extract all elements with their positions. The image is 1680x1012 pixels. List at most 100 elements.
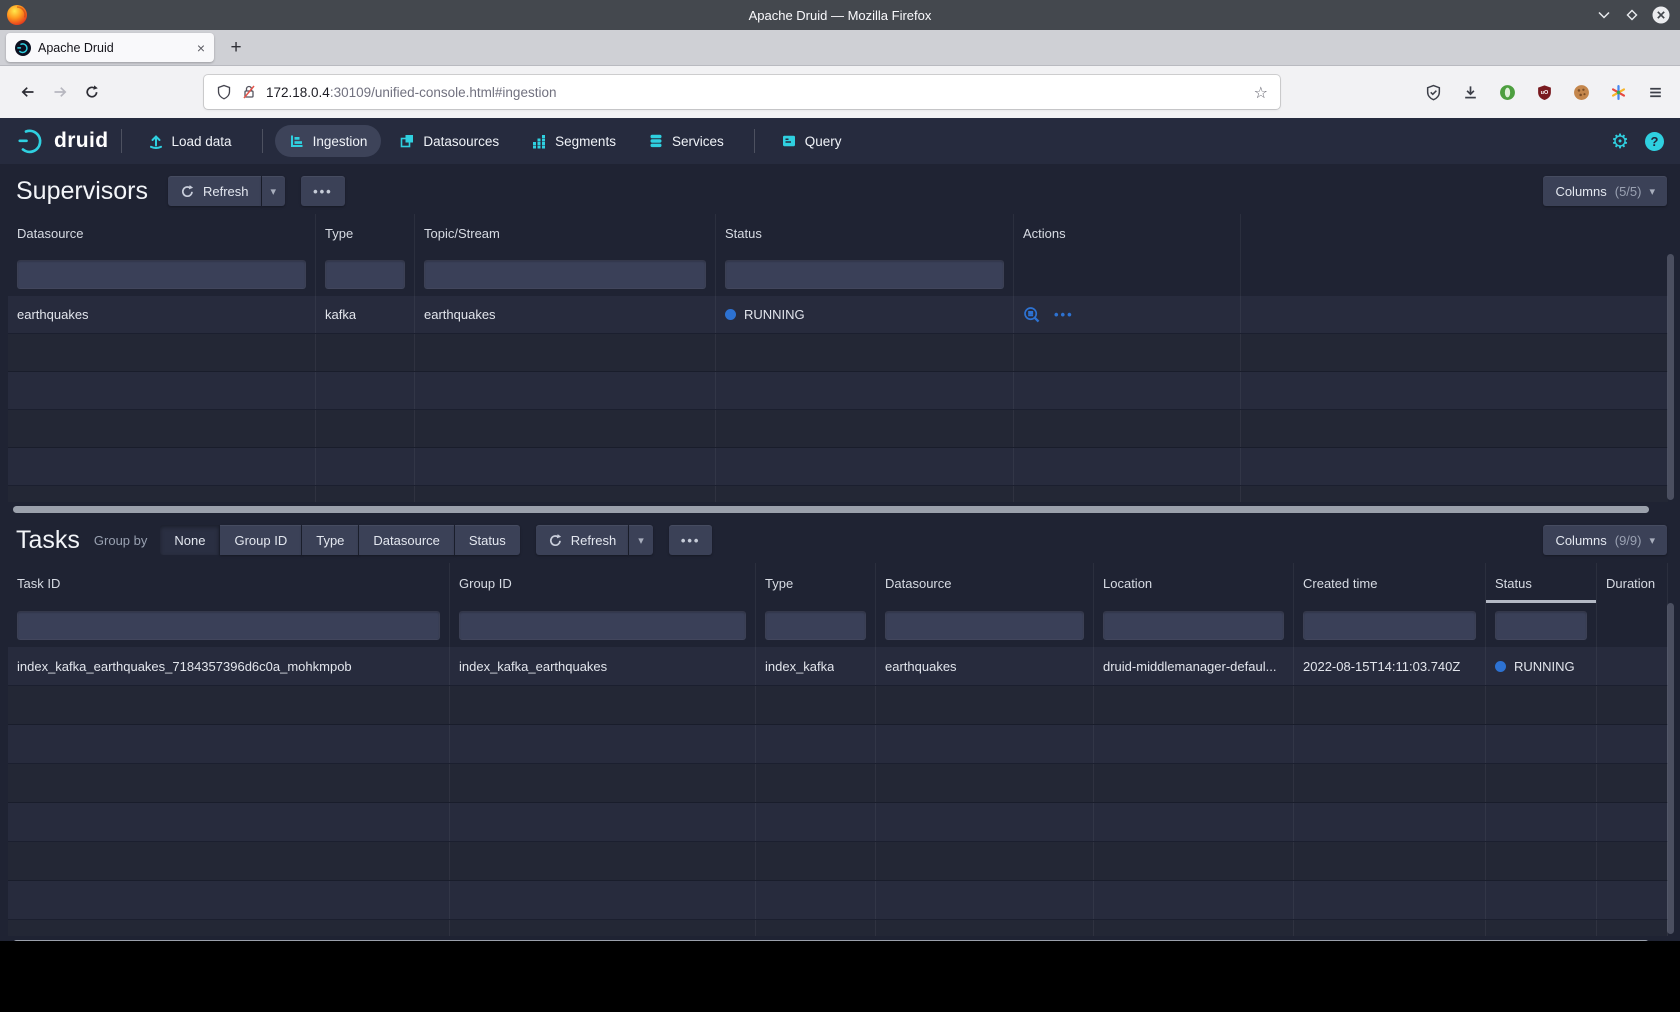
column-header[interactable]: Duration <box>1597 563 1668 603</box>
column-header[interactable]: Type <box>756 563 876 603</box>
downloads-icon[interactable] <box>1457 79 1483 105</box>
nav-query[interactable]: Query <box>767 125 856 157</box>
datasource-filter-input[interactable] <box>17 260 306 289</box>
query-icon <box>781 133 797 149</box>
group-id-filter-input[interactable] <box>459 611 746 640</box>
task-id-filter-input[interactable] <box>17 611 440 640</box>
menu-hamburger-icon[interactable] <box>1642 79 1668 105</box>
druid-logo-icon <box>16 126 46 156</box>
window-controls <box>1596 6 1670 24</box>
ublock-origin-icon[interactable]: uO <box>1531 79 1557 105</box>
window-minimize-icon[interactable] <box>1596 7 1612 23</box>
scrollbar-thumb[interactable] <box>13 940 1649 941</box>
column-header[interactable]: Datasource <box>876 563 1094 603</box>
task-row[interactable]: index_kafka_earthquakes_7184357396d6c0a_… <box>8 647 1668 686</box>
datasource-filter-input[interactable] <box>885 611 1084 640</box>
window-maximize-icon[interactable] <box>1624 7 1640 23</box>
group-by-type-button[interactable]: Type <box>302 525 359 555</box>
nav-load-data-label: Load data <box>172 134 232 149</box>
tab-bar: Apache Druid × + <box>0 30 1680 66</box>
forward-button[interactable] <box>44 76 76 108</box>
supervisors-columns-button[interactable]: Columns (5/5) ▾ <box>1543 176 1667 206</box>
tab-title: Apache Druid <box>38 41 190 55</box>
column-header-sorted[interactable]: Status <box>1486 563 1597 603</box>
task-group-id: index_kafka_earthquakes <box>459 659 607 674</box>
tasks-columns-button[interactable]: Columns (9/9) ▾ <box>1543 525 1667 555</box>
cookie-extension-icon[interactable] <box>1568 79 1594 105</box>
column-header[interactable]: Group ID <box>450 563 756 603</box>
status-filter-input[interactable] <box>1495 611 1587 640</box>
new-tab-button[interactable]: + <box>222 34 250 62</box>
group-by-status-button[interactable]: Status <box>455 525 520 555</box>
scrollbar-thumb[interactable] <box>13 506 1649 513</box>
url-path: :30109/unified-console.html#ingestion <box>330 85 557 100</box>
supervisors-refresh-caret-button[interactable]: ▾ <box>262 176 286 206</box>
group-by-group-id-button[interactable]: Group ID <box>220 525 302 555</box>
empty-row <box>8 764 1668 803</box>
supervisors-more-button[interactable]: ••• <box>301 176 345 206</box>
column-header[interactable]: Task ID <box>8 563 450 603</box>
colorful-asterisk-extension-icon[interactable] <box>1605 79 1631 105</box>
supervisors-table: Datasource Type Topic/Stream Status Acti… <box>8 214 1668 502</box>
actions-filter-cell <box>1014 252 1241 296</box>
supervisor-type: kafka <box>325 307 356 322</box>
column-header[interactable]: Created time <box>1294 563 1486 603</box>
group-by-datasource-button[interactable]: Datasource <box>359 525 454 555</box>
browser-tab[interactable]: Apache Druid × <box>6 33 214 62</box>
group-by-label: Group by <box>94 533 147 548</box>
nav-divider <box>754 129 755 153</box>
supervisor-actions-more-icon[interactable]: ••• <box>1054 307 1074 322</box>
tasks-horizontal-scrollbar[interactable] <box>13 940 1666 941</box>
supervisors-title: Supervisors <box>16 177 148 206</box>
columns-count: (5/5) <box>1615 184 1642 199</box>
type-filter-input[interactable] <box>765 611 866 640</box>
supervisor-topic: earthquakes <box>424 307 496 322</box>
tasks-more-button[interactable]: ••• <box>669 525 713 555</box>
nav-ingestion[interactable]: Ingestion <box>275 125 382 157</box>
supervisors-refresh-button[interactable]: Refresh <box>168 176 261 206</box>
supervisor-row[interactable]: earthquakes kafka earthquakes RUNNING ••… <box>8 296 1668 334</box>
created-time-filter-input[interactable] <box>1303 611 1476 640</box>
tasks-refresh-caret-button[interactable]: ▾ <box>629 525 653 555</box>
column-header[interactable]: Type <box>316 214 415 252</box>
window-close-icon[interactable] <box>1652 6 1670 24</box>
nav-divider <box>262 129 263 153</box>
nav-load-data[interactable]: Load data <box>134 125 246 157</box>
column-header[interactable]: Location <box>1094 563 1294 603</box>
chevron-down-icon: ▾ <box>271 185 277 198</box>
empty-row <box>8 334 1668 372</box>
nav-datasources[interactable]: Datasources <box>385 125 513 157</box>
status-filter-input[interactable] <box>725 260 1004 289</box>
bookmark-star-icon[interactable]: ☆ <box>1254 83 1268 102</box>
nav-services[interactable]: Services <box>634 125 738 157</box>
column-header[interactable]: Actions <box>1014 214 1241 252</box>
tasks-refresh-button[interactable]: Refresh <box>536 525 629 555</box>
extension-icons: uO <box>1420 79 1668 105</box>
supervisors-vertical-scrollbar[interactable] <box>1667 254 1674 500</box>
column-header[interactable]: Status <box>716 214 1014 252</box>
tab-close-icon[interactable]: × <box>197 40 205 56</box>
tasks-header: Tasks Group by None Group ID Type Dataso… <box>0 519 1680 563</box>
tasks-vertical-scrollbar[interactable] <box>1667 603 1674 934</box>
tracking-protection-shield-icon[interactable] <box>216 84 232 100</box>
column-header[interactable]: Datasource <box>8 214 316 252</box>
back-button[interactable] <box>12 76 44 108</box>
empty-row <box>8 725 1668 764</box>
extension-green-icon[interactable] <box>1494 79 1520 105</box>
supervisor-detail-magnifier-icon[interactable] <box>1023 306 1041 324</box>
pocket-shield-check-icon[interactable] <box>1420 79 1446 105</box>
topic-stream-filter-input[interactable] <box>424 260 706 289</box>
supervisors-horizontal-scrollbar[interactable] <box>13 506 1666 514</box>
task-type: index_kafka <box>765 659 834 674</box>
column-header[interactable]: Topic/Stream <box>415 214 716 252</box>
insecure-lock-icon[interactable] <box>241 84 257 100</box>
empty-row <box>8 372 1668 410</box>
help-icon[interactable]: ? <box>1645 132 1664 151</box>
type-filter-input[interactable] <box>325 260 405 289</box>
location-filter-input[interactable] <box>1103 611 1284 640</box>
url-bar[interactable]: 172.18.0.4:30109/unified-console.html#in… <box>204 75 1280 109</box>
settings-gear-icon[interactable]: ⚙ <box>1611 129 1629 153</box>
nav-segments[interactable]: Segments <box>517 125 630 157</box>
group-by-none-button[interactable]: None <box>160 525 220 555</box>
reload-button[interactable] <box>76 76 108 108</box>
